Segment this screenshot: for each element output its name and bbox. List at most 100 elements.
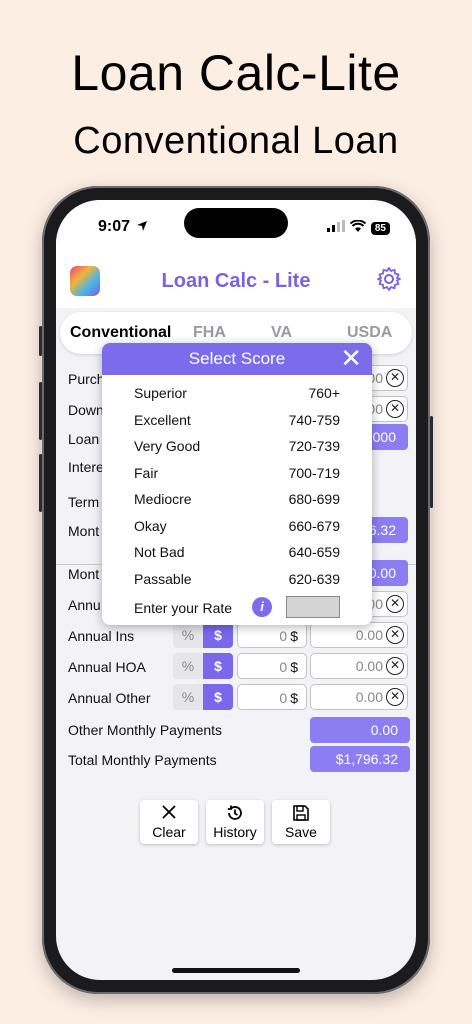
promo-subtitle: Conventional Loan [73, 120, 399, 162]
annual-other-result: 0.00 [355, 689, 383, 705]
annual-other-amount: 0 [279, 690, 288, 706]
clear-circle-icon[interactable]: ✕ [386, 369, 404, 387]
clear-circle-icon[interactable]: ✕ [386, 400, 404, 418]
volume-down-button [39, 454, 42, 512]
percent-option[interactable]: % [173, 684, 203, 710]
annual-other-label: Annual Other [68, 690, 151, 706]
annual-hoa-input[interactable]: 0 $ [237, 653, 307, 679]
score-option-passable[interactable]: Passable 620-639 [134, 571, 340, 587]
score-option-fair[interactable]: Fair 700-719 [134, 465, 340, 481]
dollar-option[interactable]: $ [203, 684, 233, 710]
power-button [430, 416, 433, 508]
total-monthly-label: Total Monthly Payments [68, 752, 217, 768]
score-name: Mediocre [134, 491, 192, 507]
score-range: 640-659 [288, 544, 340, 560]
annual-hoa-label: Annual HOA [68, 659, 146, 675]
score-name: Very Good [134, 438, 201, 454]
clear-circle-icon[interactable]: ✕ [386, 595, 404, 613]
promo-title: Loan Calc-Lite [71, 45, 401, 101]
history-icon [206, 804, 264, 824]
home-indicator [172, 968, 300, 973]
dollar-unit: $ [290, 659, 298, 675]
app-title: Loan Calc - Lite [161, 270, 311, 292]
volume-up-button [39, 382, 42, 440]
close-icon[interactable]: ✕ [340, 345, 362, 371]
save-button-label: Save [285, 824, 317, 840]
app-header: Loan Calc - Lite [56, 250, 416, 308]
history-button[interactable]: History [206, 800, 264, 844]
tab-usda[interactable]: USDA [347, 324, 392, 342]
term-label: Term [68, 494, 100, 510]
score-range: 760+ [308, 385, 340, 401]
score-range: 680-699 [288, 491, 340, 507]
score-range: 660-679 [288, 518, 340, 534]
annual-hoa-result-field[interactable]: 0.00 ✕ [310, 653, 408, 679]
popup-title: Select Score [188, 349, 286, 368]
percent-option[interactable]: % [173, 653, 203, 679]
battery-indicator: 85 [370, 221, 390, 235]
action-button [39, 326, 42, 356]
floppy-icon [272, 804, 330, 824]
annual-ins-label: Annual Ins [68, 628, 135, 644]
custom-rate-input[interactable] [286, 596, 340, 618]
annual-other-result-field[interactable]: 0.00 ✕ [310, 684, 408, 710]
annual-other-input[interactable]: 0 $ [237, 684, 307, 710]
annual-hoa-unit-toggle[interactable]: % $ [173, 653, 233, 679]
clear-circle-icon[interactable]: ✕ [386, 626, 404, 644]
total-monthly-value: $1,796.32 [310, 746, 410, 772]
interest-rate-label: Intere [68, 459, 104, 475]
wifi-icon [349, 219, 367, 237]
score-option-okay[interactable]: Okay 660-679 [134, 518, 340, 534]
status-bar: 9:07 85 [56, 200, 416, 250]
popup-header: Select Score ✕ [102, 343, 372, 375]
score-option-excellent[interactable]: Excellent 740-759 [134, 412, 340, 428]
dollar-option[interactable]: $ [203, 622, 233, 648]
annual-ins-result-field[interactable]: 0.00 ✕ [310, 622, 408, 648]
annual-tax-label: Annu [68, 597, 101, 613]
score-range: 700-719 [288, 465, 340, 481]
other-monthly-label: Other Monthly Payments [68, 722, 223, 738]
score-name: Passable [134, 571, 192, 587]
score-range: 720-739 [288, 438, 340, 454]
dynamic-island [184, 208, 288, 238]
annual-hoa-result: 0.00 [355, 658, 383, 674]
annual-ins-result: 0.00 [355, 627, 383, 643]
tab-va[interactable]: VA [271, 324, 292, 342]
score-name: Excellent [134, 412, 191, 428]
history-button-label: History [213, 824, 257, 840]
down-payment-label: Down [68, 402, 104, 418]
annual-ins-input[interactable]: 0 $ [237, 622, 307, 648]
score-option-superior[interactable]: Superior 760+ [134, 385, 340, 401]
tab-conventional[interactable]: Conventional [70, 324, 171, 342]
status-icons: 85 [326, 219, 390, 237]
clear-circle-icon[interactable]: ✕ [386, 688, 404, 706]
monthly-pi-label: Mont [68, 523, 100, 539]
score-option-mediocre[interactable]: Mediocre 680-699 [134, 491, 340, 507]
annual-ins-unit-toggle[interactable]: % $ [173, 622, 233, 648]
score-option-not-bad[interactable]: Not Bad 640-659 [134, 544, 340, 560]
clear-button[interactable]: Clear [140, 800, 198, 844]
loan-amount-label: Loan [68, 431, 100, 447]
save-button[interactable]: Save [272, 800, 330, 844]
score-name: Superior [134, 385, 187, 401]
score-range: 740-759 [288, 412, 340, 428]
gear-icon[interactable] [376, 266, 402, 292]
annual-ins-amount: 0 [279, 628, 288, 644]
info-icon[interactable]: i [252, 597, 272, 617]
dollar-option[interactable]: $ [203, 653, 233, 679]
clear-circle-icon[interactable]: ✕ [386, 657, 404, 675]
app-screen: 9:07 85 Loan Calc - Lite Conventional FH… [56, 200, 416, 980]
score-option-very-good[interactable]: Very Good 720-739 [134, 438, 340, 454]
annual-other-unit-toggle[interactable]: % $ [173, 684, 233, 710]
enter-rate-label: Enter your Rate [134, 600, 233, 616]
status-time: 9:07 [98, 218, 131, 235]
score-name: Fair [134, 465, 159, 481]
dollar-unit: $ [290, 628, 298, 644]
score-name: Okay [134, 518, 167, 534]
tab-fha[interactable]: FHA [193, 324, 226, 342]
dollar-unit: $ [290, 690, 298, 706]
close-icon [140, 804, 198, 824]
annual-hoa-amount: 0 [279, 659, 288, 675]
percent-option[interactable]: % [173, 622, 203, 648]
other-monthly-value: 0.00 [310, 717, 410, 743]
